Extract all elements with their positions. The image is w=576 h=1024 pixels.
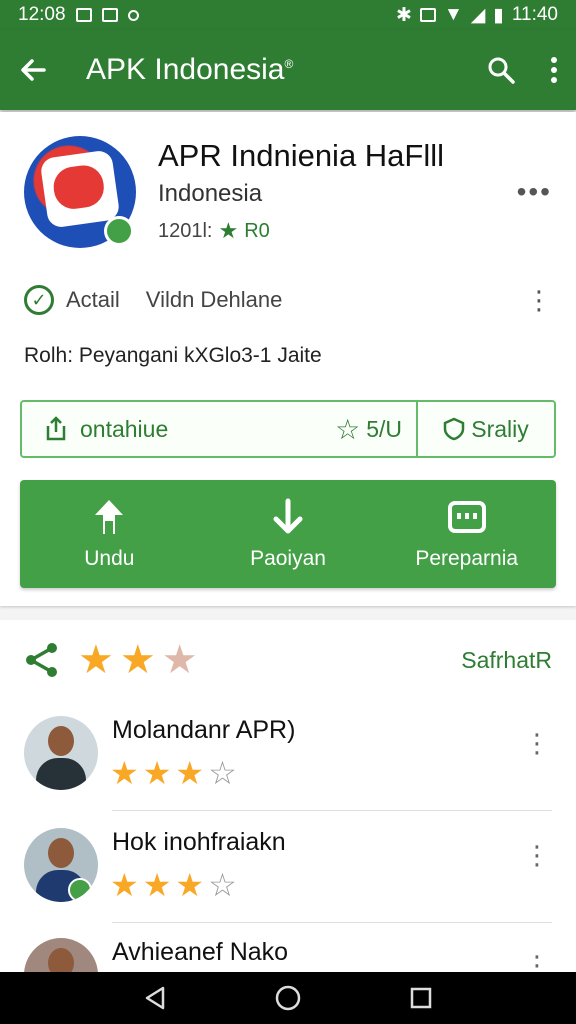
app-meta-rating: R0 bbox=[244, 219, 270, 242]
signal-icon: ◢ bbox=[470, 4, 486, 26]
divider bbox=[112, 922, 552, 923]
continue-label: ontahiue bbox=[80, 415, 169, 442]
shield-icon bbox=[443, 417, 465, 441]
home-nav-icon[interactable] bbox=[274, 984, 302, 1012]
screen-icon bbox=[447, 501, 486, 533]
app-logo-icon bbox=[24, 136, 136, 248]
review-item[interactable]: Hok inohfraiakn ★ ★ ★ ☆ ⋮ bbox=[24, 828, 552, 928]
star-filled-icon: ★ bbox=[142, 755, 172, 791]
rate-value: 5/U bbox=[366, 415, 402, 442]
action-label[interactable]: Actail bbox=[66, 287, 120, 313]
review-stars: ★ ★ ★ ☆ bbox=[110, 756, 237, 790]
share-box-icon bbox=[46, 416, 66, 441]
more-options-icon[interactable]: ••• bbox=[517, 176, 552, 208]
star-filled-icon: ★ bbox=[175, 755, 205, 791]
pereparnia-button[interactable]: Pereparnia bbox=[377, 480, 556, 588]
paoiyan-label: Paoiyan bbox=[250, 547, 326, 570]
download-arrow-icon bbox=[273, 498, 303, 534]
check-circle-icon: ✓ bbox=[24, 285, 54, 315]
overall-rating-stars: ★ ★ ★ bbox=[78, 640, 198, 680]
reviewer-name: Avhieanef Nako bbox=[112, 938, 289, 966]
overflow-menu-icon[interactable] bbox=[550, 55, 558, 85]
share-icon[interactable] bbox=[24, 641, 60, 679]
app-meta: 1201l: ★ R0 bbox=[158, 218, 270, 244]
app-meta-number: 1201l: bbox=[158, 219, 213, 242]
review-menu-icon[interactable]: ⋮ bbox=[524, 950, 550, 972]
star-empty-icon: ☆ bbox=[208, 867, 237, 903]
avatar bbox=[24, 938, 98, 972]
reviews-section: ★ ★ ★ SafrhatR Molandanr APR) ★ ★ ★ ☆ ⋮ … bbox=[0, 620, 576, 972]
developer-name[interactable]: Vildn Dehlane bbox=[146, 287, 283, 313]
star-filled-icon: ★ bbox=[142, 867, 172, 903]
search-icon[interactable] bbox=[486, 55, 516, 85]
wifi-icon: ▼ bbox=[443, 4, 463, 25]
review-menu-icon[interactable]: ⋮ bbox=[524, 840, 550, 871]
status-bar: 12:08 ✱ ▼ ◢ ▮ 11:40 bbox=[0, 0, 576, 30]
battery-icon: ▮ bbox=[493, 4, 504, 26]
status-time: 12:08 bbox=[18, 4, 66, 25]
pereparnia-label: Pereparnia bbox=[415, 547, 519, 570]
reviewer-name: Molandanr APR) bbox=[112, 716, 296, 744]
star-filled-icon: ★ bbox=[110, 755, 139, 791]
outline-action-bar: ontahiue ☆ 5/U Sraliy bbox=[20, 400, 556, 458]
undu-button[interactable]: Undu bbox=[20, 480, 199, 588]
star-filled-icon: ★ bbox=[78, 638, 114, 682]
system-nav-bar bbox=[0, 972, 576, 1024]
sync-icon bbox=[127, 9, 139, 21]
app-description: Rolh: Peyangani kXGlo3-1 Jaite bbox=[24, 344, 322, 367]
back-arrow-icon[interactable] bbox=[18, 55, 48, 85]
star-empty-icon: ☆ bbox=[208, 755, 237, 791]
review-menu-icon[interactable]: ⋮ bbox=[524, 728, 550, 759]
star-empty-icon: ★ bbox=[161, 638, 198, 682]
app-title: APR Indnienia HaFlll bbox=[158, 138, 445, 173]
app-detail-card: APR Indnienia HaFlll Indonesia 1201l: ★ … bbox=[0, 112, 576, 606]
review-stars: ★ ★ ★ ☆ bbox=[110, 868, 237, 902]
row-menu-icon[interactable]: ⋮ bbox=[526, 285, 552, 316]
star-outline-icon: ☆ bbox=[335, 413, 361, 445]
review-item[interactable]: Molandanr APR) ★ ★ ★ ☆ ⋮ bbox=[24, 716, 552, 816]
verified-badge-icon bbox=[68, 878, 92, 902]
shield-label: Sraliy bbox=[471, 415, 529, 442]
sort-button[interactable]: SafrhatR bbox=[461, 647, 552, 674]
upload-icon bbox=[95, 500, 124, 534]
app-subtitle: Indonesia bbox=[158, 180, 263, 207]
bluetooth-icon: ✱ bbox=[396, 4, 412, 26]
star-icon: ★ bbox=[218, 218, 239, 243]
continue-button[interactable]: ontahiue bbox=[22, 416, 335, 443]
rate-button[interactable]: ☆ 5/U bbox=[335, 413, 416, 446]
avatar bbox=[24, 828, 98, 902]
star-filled-icon: ★ bbox=[110, 867, 139, 903]
primary-action-bar: Undu Paoiyan Pereparnia bbox=[20, 480, 556, 588]
divider bbox=[112, 810, 552, 811]
app-bar-title: APK Indonesia® bbox=[86, 53, 294, 86]
message-icon bbox=[101, 8, 118, 22]
star-filled-icon: ★ bbox=[119, 638, 156, 682]
notification-icon bbox=[75, 8, 92, 22]
verified-badge-icon bbox=[104, 216, 134, 246]
back-nav-icon[interactable] bbox=[143, 985, 167, 1011]
star-filled-icon: ★ bbox=[175, 867, 205, 903]
reviews-header: ★ ★ ★ SafrhatR bbox=[24, 640, 552, 680]
review-item[interactable]: Avhieanef Nako ⋮ bbox=[24, 938, 552, 972]
shield-button[interactable]: Sraliy bbox=[416, 402, 554, 456]
app-status-row: ✓ Actail Vildn Dehlane ⋮ bbox=[24, 280, 552, 320]
app-bar: APK Indonesia® bbox=[0, 30, 576, 110]
reviewer-name: Hok inohfraiakn bbox=[112, 828, 286, 856]
recents-nav-icon[interactable] bbox=[409, 986, 433, 1010]
undu-label: Undu bbox=[84, 547, 135, 570]
vibrate-icon bbox=[419, 8, 436, 22]
avatar bbox=[24, 716, 98, 790]
status-time-right: 11:40 bbox=[511, 4, 558, 25]
paoiyan-button[interactable]: Paoiyan bbox=[199, 480, 378, 588]
